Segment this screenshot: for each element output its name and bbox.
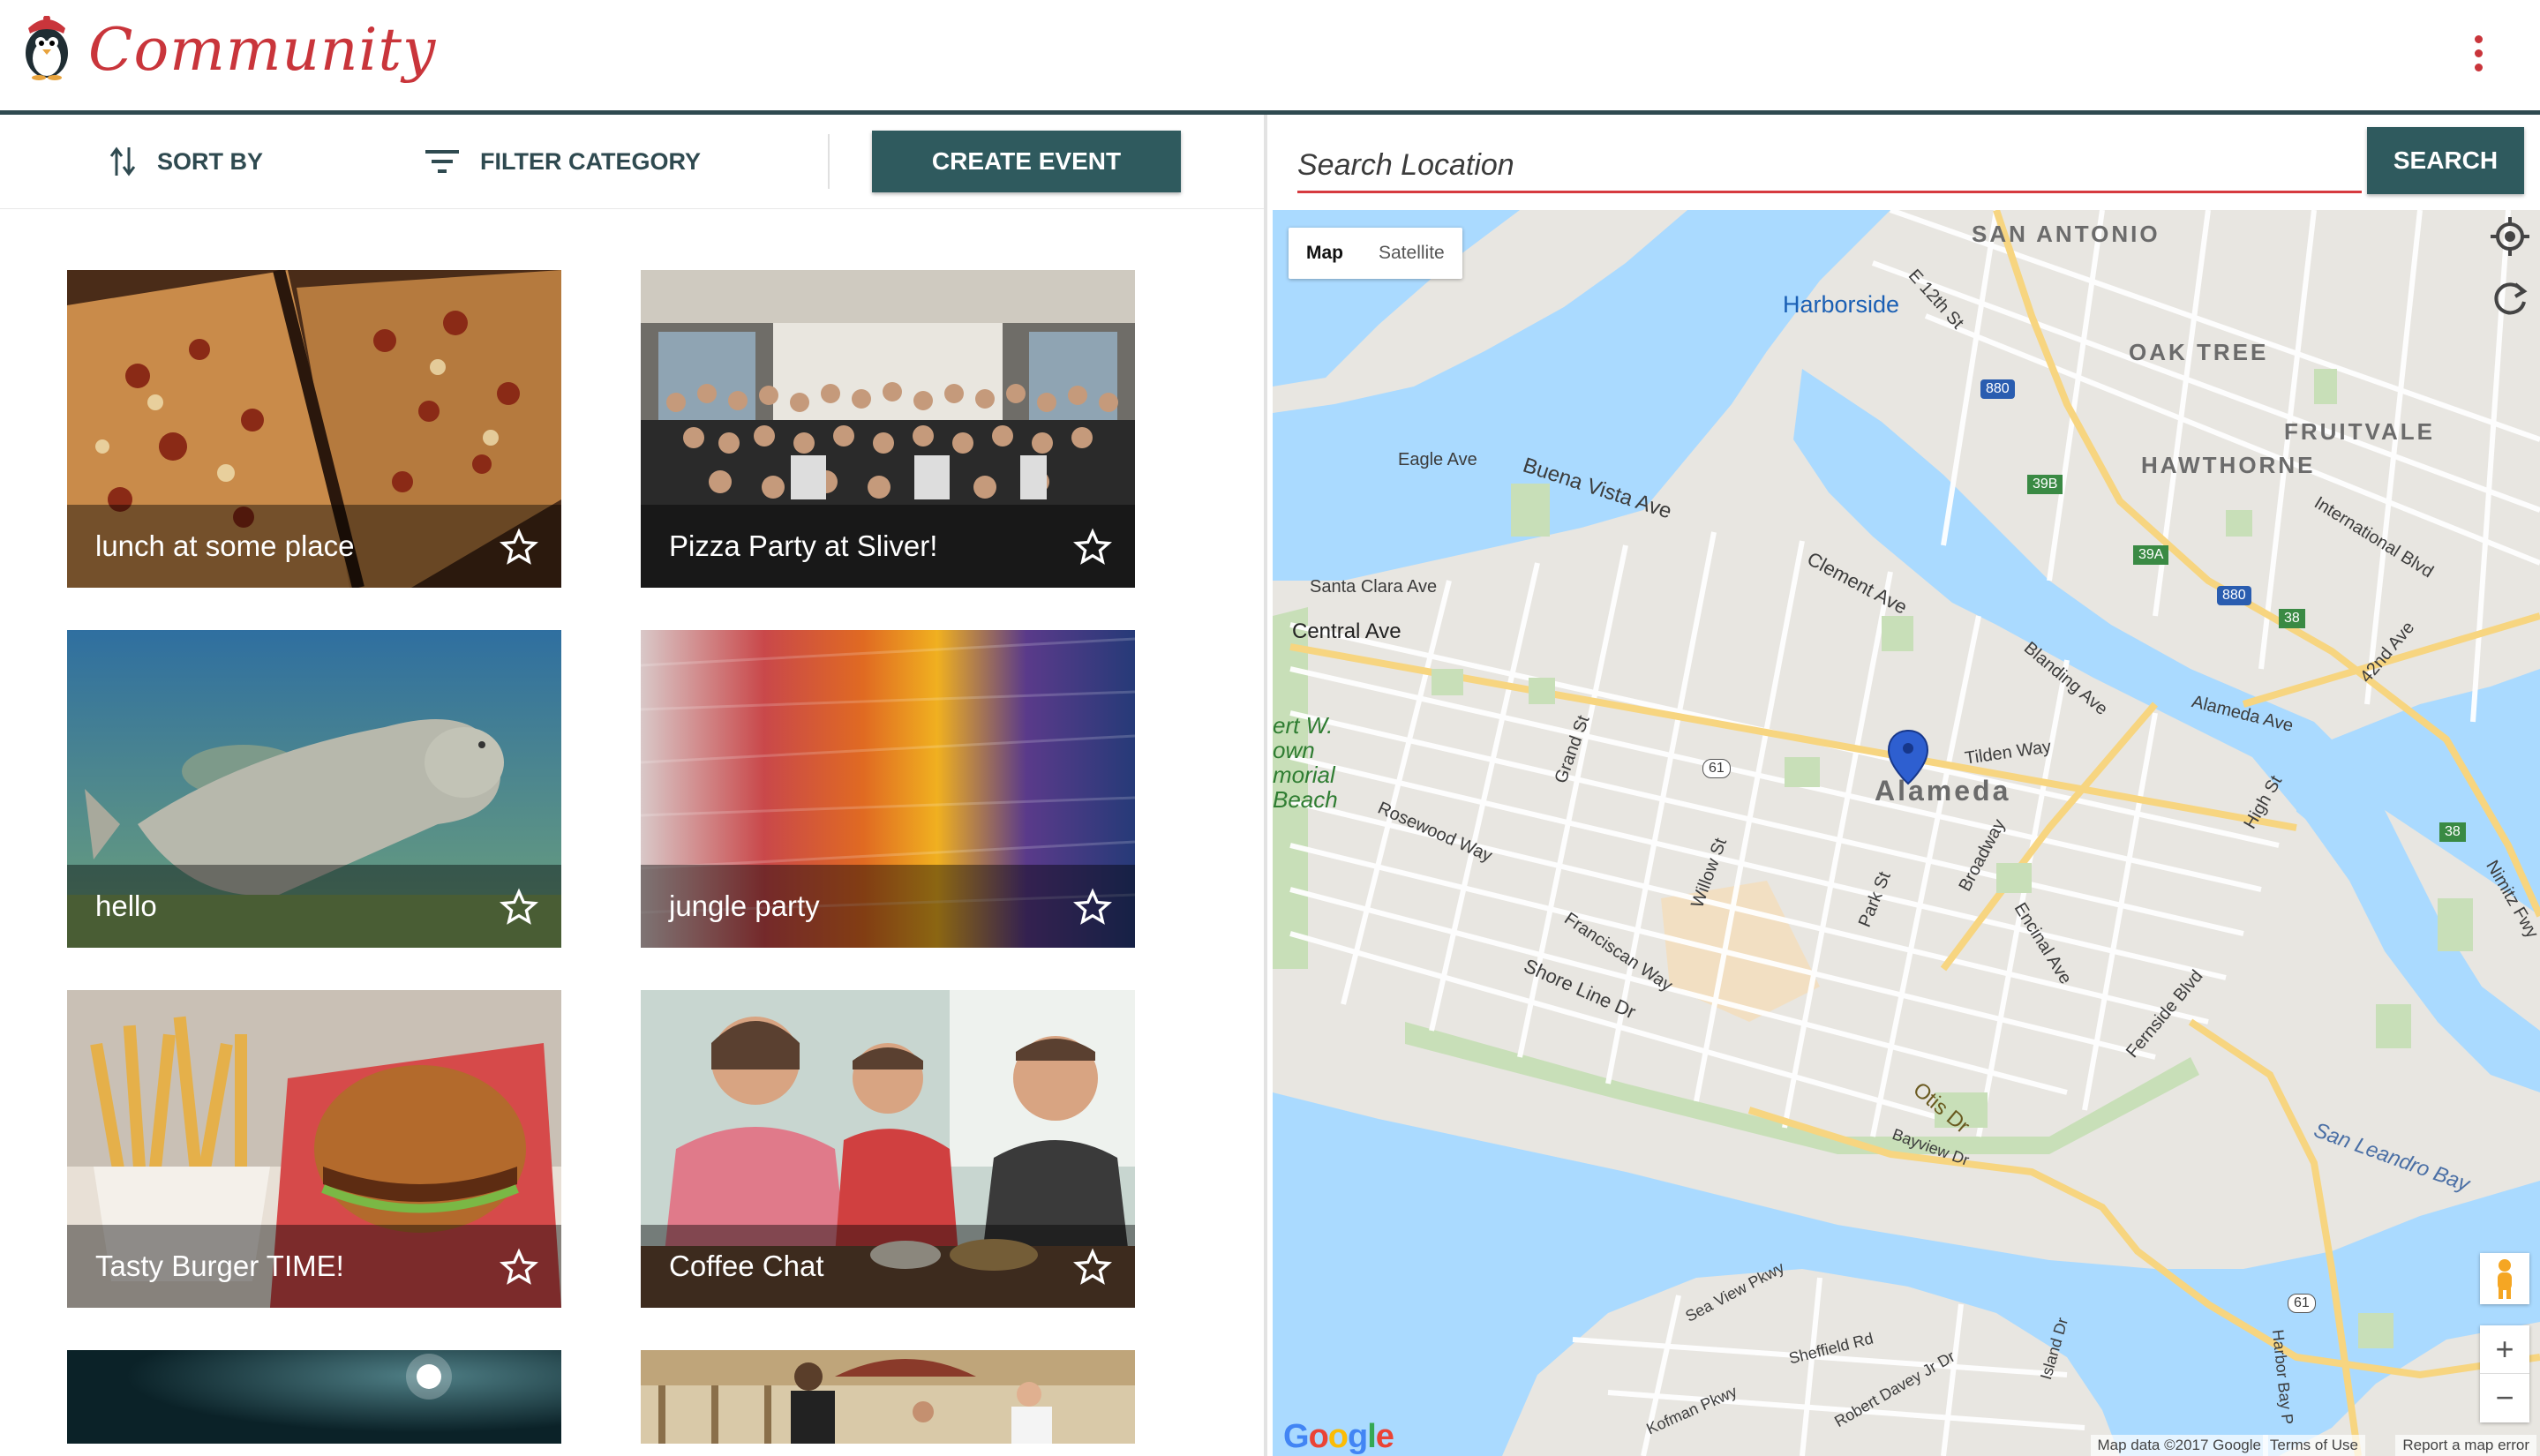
event-title: Tasty Burger TIME! (95, 1250, 344, 1282)
brand-title[interactable]: Community (88, 16, 436, 84)
event-card[interactable]: Coffee Chat (641, 990, 1135, 1308)
filter-icon (425, 150, 459, 173)
star-icon[interactable] (500, 1248, 538, 1287)
route-shield: 39B (2027, 475, 2063, 494)
event-title: hello (95, 889, 157, 922)
event-card[interactable] (641, 1350, 1135, 1444)
star-icon[interactable] (1073, 528, 1112, 567)
event-title: Coffee Chat (669, 1250, 824, 1282)
event-title: Pizza Party at Sliver! (669, 529, 938, 562)
route-shield: 39A (2133, 545, 2169, 565)
toolbar-divider (828, 134, 830, 189)
search-button[interactable]: SEARCH (2367, 127, 2524, 194)
event-card[interactable]: lunch at some place (67, 270, 561, 588)
zoom-in-button[interactable]: + (2480, 1325, 2529, 1374)
penguin-icon[interactable] (19, 16, 74, 81)
event-title: lunch at some place (95, 529, 355, 562)
route-shield: 880 (2217, 586, 2251, 605)
route-shield: 38 (2439, 822, 2466, 842)
map-canvas[interactable] (1273, 210, 2540, 1456)
more-vert-icon[interactable] (2468, 35, 2489, 79)
event-card[interactable] (67, 1350, 561, 1444)
map-label: HAWTHORNE (2141, 452, 2316, 478)
search-location-input[interactable] (1297, 139, 2362, 193)
star-icon[interactable] (500, 528, 538, 567)
map-label: Harborside (1783, 291, 1900, 318)
app-bar: Community (0, 0, 2540, 115)
sort-by-button[interactable]: SORT BY (109, 141, 263, 182)
map-type-control: Map Satellite (1289, 228, 1462, 279)
map-label: Central Ave (1292, 619, 1402, 643)
map-label: ert W. own morial Beach (1273, 712, 1338, 813)
event-image-night-sky (67, 1350, 561, 1444)
event-title: jungle party (669, 889, 820, 922)
terms-of-use-link[interactable]: Terms of Use (2262, 1435, 2365, 1456)
route-shield: 61 (2288, 1294, 2316, 1313)
map-view[interactable]: 880 880 39B 39A 38 38 61 61 SAN ANTONIO … (1273, 210, 2540, 1456)
pegman-button[interactable] (2480, 1253, 2529, 1304)
event-card[interactable]: Tasty Burger TIME! (67, 990, 561, 1308)
map-label: Alameda (1875, 775, 2011, 807)
map-type-satellite[interactable]: Satellite (1361, 228, 1462, 279)
sort-by-label: SORT BY (157, 147, 264, 175)
refresh-button[interactable] (2484, 272, 2536, 325)
star-icon[interactable] (500, 888, 538, 927)
report-map-error-link[interactable]: Report a map error (2395, 1435, 2536, 1456)
event-card[interactable]: hello (67, 630, 561, 948)
refresh-icon (2494, 282, 2528, 315)
map-label: FRUITVALE (2284, 418, 2435, 445)
map-label: Santa Clara Ave (1310, 577, 1438, 597)
event-image-outdoor-patio (641, 1350, 1135, 1444)
route-shield: 880 (1980, 379, 2015, 399)
my-location-button[interactable] (2484, 210, 2536, 263)
map-type-map[interactable]: Map (1289, 228, 1361, 279)
pegman-icon (2498, 1259, 2512, 1299)
map-data-attribution: Map data ©2017 Google (2090, 1435, 2268, 1456)
route-shield: 38 (2279, 609, 2305, 628)
star-icon[interactable] (1073, 1248, 1112, 1287)
create-event-button[interactable]: CREATE EVENT (872, 131, 1181, 192)
my-location-icon (2491, 217, 2529, 256)
star-icon[interactable] (1073, 888, 1112, 927)
filter-category-label: FILTER CATEGORY (480, 147, 701, 175)
sort-icon (109, 146, 136, 176)
filter-category-button[interactable]: FILTER CATEGORY (425, 141, 701, 182)
google-logo[interactable]: Google (1283, 1418, 1394, 1456)
map-label: Eagle Ave (1398, 450, 1477, 469)
route-shield: 61 (1702, 759, 1731, 778)
location-search-bar: SEARCH (1273, 116, 2540, 210)
map-label: OAK TREE (2129, 339, 2269, 365)
zoom-out-button[interactable]: − (2480, 1374, 2529, 1422)
map-label: SAN ANTONIO (1972, 221, 2161, 247)
panel-divider (1264, 115, 1267, 1456)
event-card[interactable]: Pizza Party at Sliver! (641, 270, 1135, 588)
event-card[interactable]: jungle party (641, 630, 1135, 948)
zoom-control: + − (2480, 1325, 2529, 1422)
event-toolbar: SORT BY FILTER CATEGORY CREATE EVENT (0, 115, 1264, 209)
